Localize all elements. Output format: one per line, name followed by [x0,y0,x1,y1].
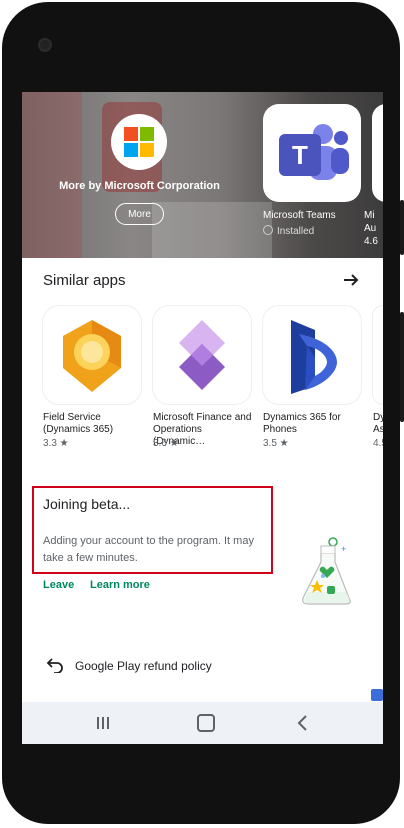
dynamics-365-phones-app-tile[interactable] [263,306,361,404]
dynamics-365-icon [291,320,337,394]
similar-apps-title: Similar apps [43,272,126,289]
banner-photo-decor [152,202,272,258]
beta-flask-icon: + [302,537,351,605]
screen: More by Microsoft Corporation More T Mic… [22,92,383,744]
refund-policy-link[interactable]: Google Play refund policy [75,659,212,673]
developer-title: More by Microsoft Corporation [59,180,220,192]
refund-icon [46,658,63,673]
learn-more-link[interactable]: Learn more [90,579,150,591]
next-app-name: Mi [364,210,375,221]
beta-description: Adding your account to the program. It m… [43,535,254,564]
volume-button [400,200,404,255]
power-button [400,312,404,422]
banner-photo-decor [22,92,82,258]
teams-app-name: Microsoft Teams [263,210,336,221]
home-icon[interactable] [197,714,215,732]
microsoft-teams-app-tile[interactable]: T [263,104,361,202]
finance-operations-app-tile[interactable] [153,306,251,404]
lock-badge-icon [371,689,383,701]
app-rating: 3.6 ★ [153,438,179,449]
field-service-app-tile[interactable] [43,306,141,404]
arrow-right-icon[interactable] [341,270,361,290]
app-name: Dynamics 365 for Phones [263,412,341,435]
more-button[interactable]: More [115,203,164,225]
teams-install-status: Installed [263,225,314,237]
app-name: Field Service (Dynamics 365) [43,412,114,435]
recent-apps-icon[interactable] [96,716,110,730]
next-app-name: Au [364,223,377,234]
system-nav-bar [22,702,383,744]
finance-operations-icon [179,320,225,390]
app-name: Dy As [373,412,383,435]
leave-beta-link[interactable]: Leave [43,579,74,591]
microsoft-logo-icon [111,114,167,170]
beta-title: Joining beta... [43,496,131,512]
next-app-rating: 4.6 [364,236,378,247]
back-icon[interactable] [296,714,310,732]
app-rating: 3.5 ★ [263,438,289,449]
svg-text:T: T [292,140,308,170]
field-service-icon [63,320,121,392]
teams-icon: T [279,124,349,180]
app-rating: 4.5 [373,438,383,449]
svg-text:+: + [341,544,346,554]
installed-check-icon [263,225,273,235]
app-rating: 3.3 ★ [43,438,69,449]
next-app-tile[interactable] [372,104,383,202]
developer-banner: More by Microsoft Corporation More T Mic… [22,92,383,258]
front-camera [38,38,52,52]
partial-app-tile[interactable] [373,306,383,404]
